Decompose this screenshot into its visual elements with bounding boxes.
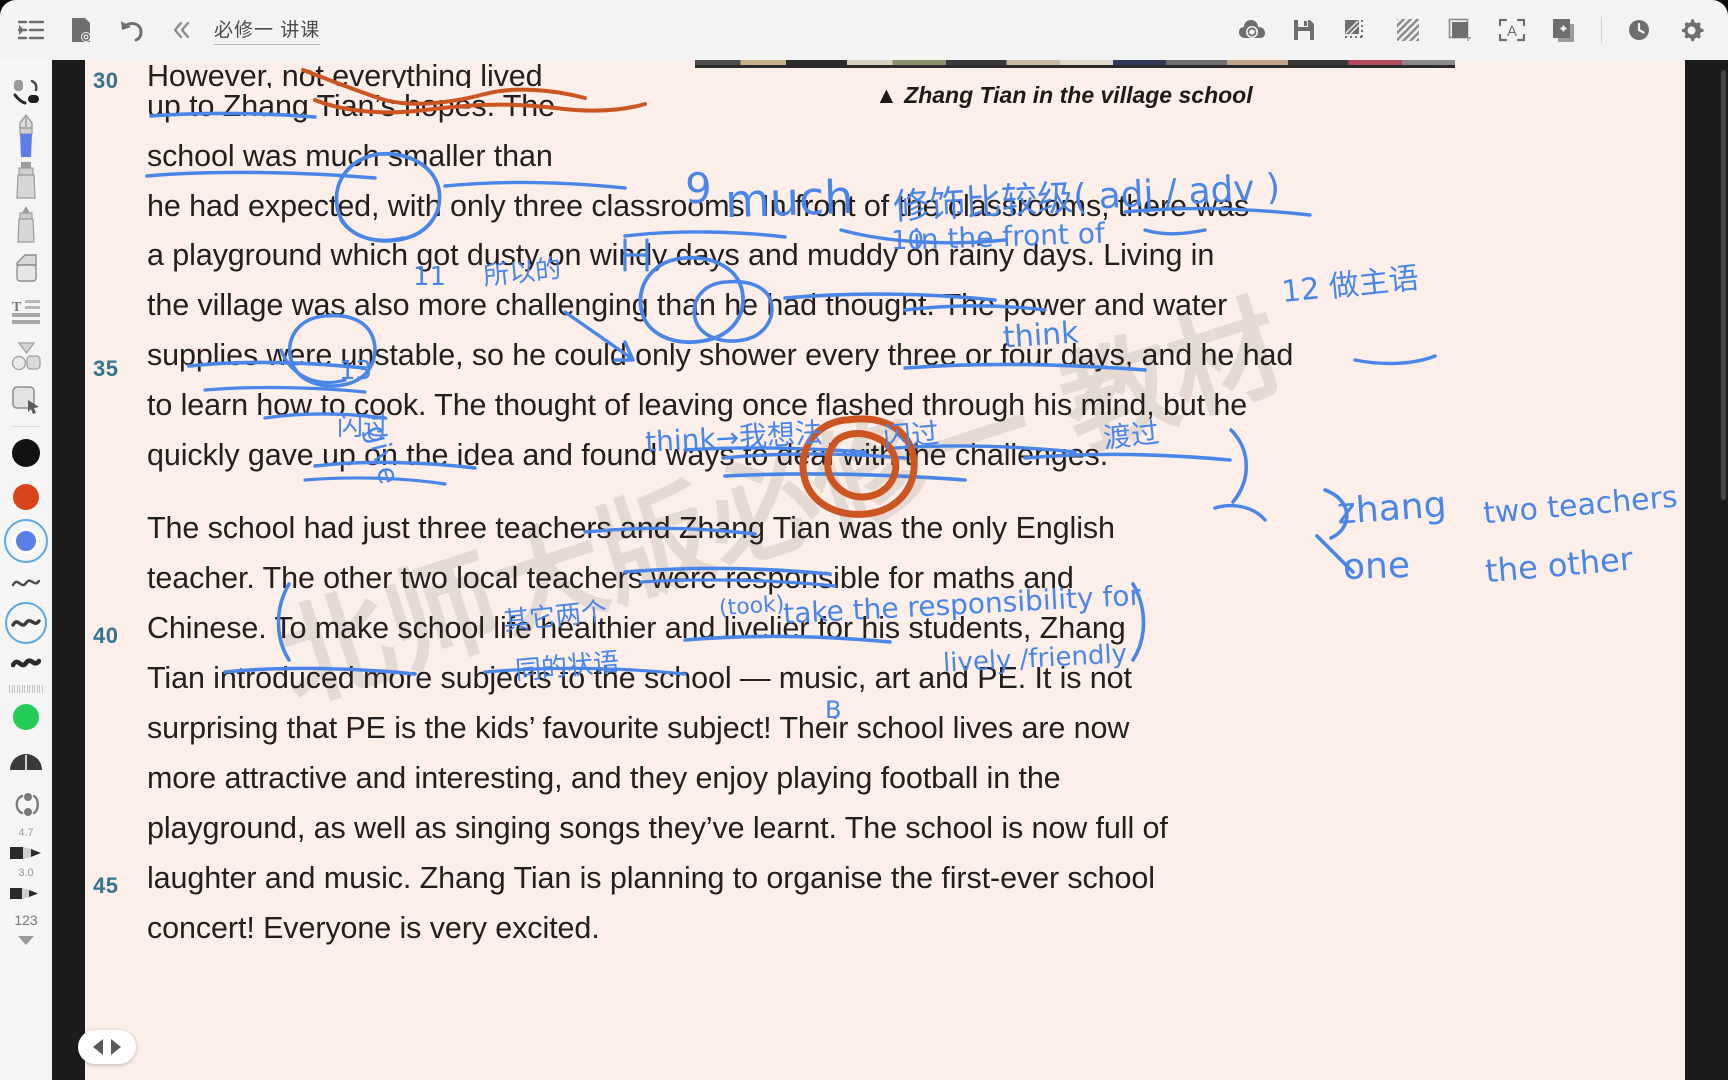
- body-line: concert! Everyone is very excited.: [147, 911, 600, 945]
- svg-text:T: T: [12, 300, 22, 315]
- chevron-down-icon[interactable]: [4, 927, 48, 953]
- page-indicator: 123: [14, 912, 38, 928]
- color-green[interactable]: [4, 695, 48, 739]
- svg-text:A: A: [1507, 23, 1517, 40]
- history-icon[interactable]: [1622, 13, 1656, 47]
- settings-icon[interactable]: [1674, 13, 1708, 47]
- body-line: laughter and music. Zhang Tian is planni…: [147, 861, 1155, 895]
- body-line: supplies were unstable, so he could only…: [147, 338, 1294, 372]
- undo-icon[interactable]: [114, 13, 148, 47]
- filled-square-icon[interactable]: [1443, 13, 1477, 47]
- highlighter-tool[interactable]: [4, 158, 48, 202]
- stroke-thick[interactable]: [4, 643, 48, 683]
- lasso-shape-tool[interactable]: [4, 70, 48, 114]
- body-line: quickly gave up on the idea and found wa…: [147, 438, 1109, 472]
- collapse-left-icon[interactable]: [164, 13, 198, 47]
- body-line: to learn how to cook. The thought of lea…: [147, 388, 1248, 422]
- canvas-area[interactable]: 北师大版必修一 教材 ▲ Zhang Tian in the village s…: [52, 60, 1728, 1080]
- app-root: 必修一 讲课 A T 4.7 3.0 123 北师大版必修一 教材 ▲ Zhan…: [0, 0, 1728, 1080]
- shapes-tool[interactable]: [4, 334, 48, 378]
- marker-tool[interactable]: [4, 202, 48, 246]
- body-line: teacher. The other two local teachers we…: [147, 561, 1074, 595]
- body-line: Chinese. To make school life healthier a…: [147, 611, 1126, 645]
- top-toolbar-right: A: [1235, 13, 1708, 47]
- color-orange[interactable]: [4, 475, 48, 519]
- outline-panel-icon[interactable]: [14, 13, 48, 47]
- body-line: a playground which got dusty on windy da…: [147, 238, 1215, 272]
- top-toolbar-left: 必修一 讲课: [14, 13, 321, 47]
- body-line: the village was also more challenging th…: [147, 288, 1228, 322]
- body-line: playground, as well as singing songs the…: [147, 811, 1168, 845]
- body-line: school was much smaller than: [147, 139, 553, 173]
- vertical-scrollbar[interactable]: [1721, 70, 1726, 500]
- body-line: The school had just three teachers and Z…: [147, 511, 1115, 545]
- body-line: up to Zhang Tian’s hopes. The: [147, 89, 556, 123]
- hatch-pattern-icon[interactable]: [1391, 13, 1425, 47]
- snip-select-icon[interactable]: [1339, 13, 1373, 47]
- stroke-width-ticks[interactable]: [9, 685, 43, 693]
- brush-size-3-0-label: 3.0: [18, 867, 34, 879]
- body-line: Tian introduced more subjects to the sch…: [147, 661, 1132, 695]
- body-line: surprising that PE is the kids’ favourit…: [147, 711, 1130, 745]
- cloud-sync-icon[interactable]: [1235, 13, 1269, 47]
- stroke-thin[interactable]: [4, 563, 48, 603]
- eraser-tool[interactable]: [4, 246, 48, 290]
- brush-preview-2-icon[interactable]: [4, 879, 48, 907]
- color-blue[interactable]: [4, 519, 48, 563]
- line-number: 40: [93, 623, 119, 648]
- line-number: 35: [93, 356, 119, 381]
- save-icon[interactable]: [1287, 13, 1321, 47]
- rail-divider: [11, 426, 41, 427]
- fountain-pen-tool[interactable]: [4, 114, 48, 158]
- color-black[interactable]: [4, 431, 48, 475]
- toolbar-divider: [1601, 17, 1602, 43]
- line-number: 30: [93, 68, 119, 93]
- select-tool[interactable]: [4, 378, 48, 422]
- body-line: more attractive and interesting, and the…: [147, 761, 1061, 795]
- add-page-icon[interactable]: [1547, 13, 1581, 47]
- ocr-text-icon[interactable]: A: [1495, 13, 1529, 47]
- body-line: he had expected, with only three classro…: [147, 189, 1250, 223]
- arc-shape-icon[interactable]: [4, 739, 48, 783]
- page-preview-icon[interactable]: [64, 13, 98, 47]
- tool-rail: T 4.7 3.0 123: [0, 60, 52, 1080]
- previous-page-button[interactable]: [90, 1038, 106, 1056]
- document-title[interactable]: 必修一 讲课: [214, 15, 321, 45]
- document-page[interactable]: 北师大版必修一 教材 ▲ Zhang Tian in the village s…: [85, 60, 1685, 1080]
- page-navigation: [78, 1030, 136, 1064]
- brush-preview-1-icon[interactable]: [4, 839, 48, 867]
- text-tool[interactable]: T: [4, 290, 48, 334]
- rotate-icon[interactable]: [4, 783, 48, 827]
- brush-size-4-7-label: 4.7: [18, 827, 34, 839]
- next-page-button[interactable]: [108, 1038, 124, 1056]
- line-number: 45: [93, 873, 119, 898]
- top-toolbar: 必修一 讲课 A: [0, 0, 1728, 60]
- stroke-medium[interactable]: [4, 602, 48, 644]
